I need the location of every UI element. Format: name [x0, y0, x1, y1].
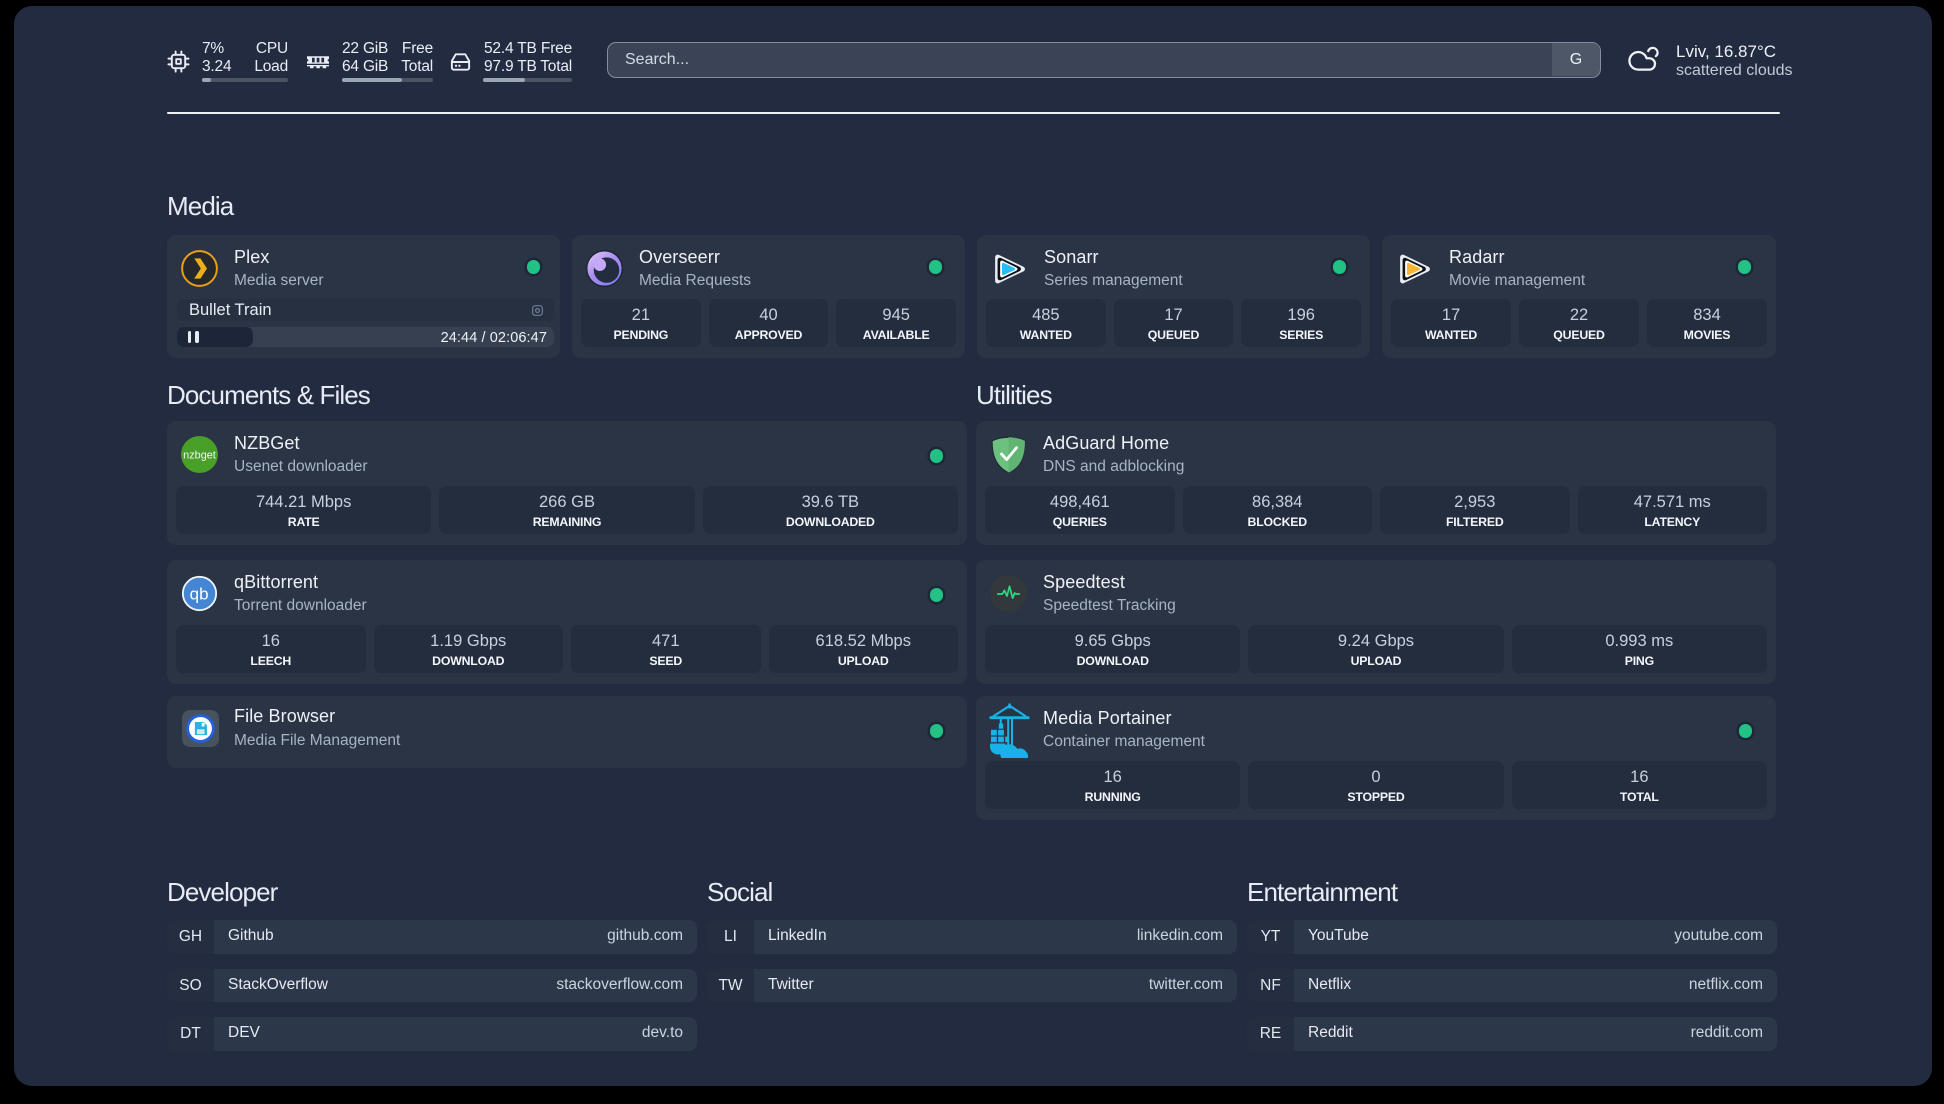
svg-text:qb: qb — [190, 584, 209, 603]
svg-text:nzbget: nzbget — [183, 449, 216, 461]
